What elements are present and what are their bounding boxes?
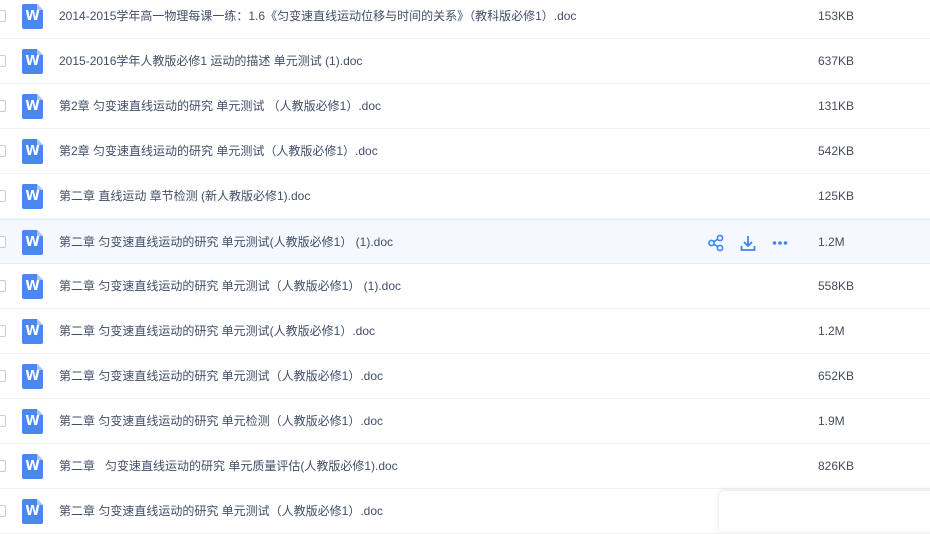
file-row[interactable]: W 第二章 匀变速直线运动的研究 单元测试（人教版必修1）.doc 652KB	[0, 354, 930, 399]
word-doc-icon-letter: W	[25, 54, 40, 69]
file-size: 125KB	[818, 189, 855, 203]
word-doc-icon-letter: W	[25, 144, 40, 159]
row-actions	[706, 233, 790, 253]
row-checkbox[interactable]	[0, 236, 6, 248]
file-row[interactable]: W 第2章 匀变速直线运动的研究 单元测试（人教版必修1）.doc 542KB	[0, 129, 930, 174]
word-doc-icon-letter: W	[25, 504, 40, 519]
word-doc-icon-letter: W	[25, 414, 40, 429]
word-doc-icon: W	[22, 49, 43, 74]
file-name[interactable]: 第二章 匀变速直线运动的研究 单元测试（人教版必修1）.doc	[59, 354, 383, 399]
word-doc-icon-letter: W	[25, 189, 40, 204]
file-size: 131KB	[818, 99, 855, 113]
file-name[interactable]: 2014-2015学年高一物理每课一练：1.6《匀变速直线运动位移与时间的关系》…	[59, 0, 576, 39]
word-doc-icon: W	[22, 274, 43, 299]
file-size: 637KB	[818, 54, 855, 68]
download-icon	[739, 234, 757, 252]
file-name[interactable]: 第2章 匀变速直线运动的研究 单元测试（人教版必修1）.doc	[59, 129, 378, 174]
word-doc-icon-letter: W	[25, 369, 40, 384]
row-checkbox[interactable]	[0, 325, 6, 337]
file-row[interactable]: W 2014-2015学年高一物理每课一练：1.6《匀变速直线运动位移与时间的关…	[0, 0, 930, 39]
word-doc-icon-letter: W	[25, 235, 40, 250]
word-doc-icon: W	[22, 409, 43, 434]
word-doc-icon: W	[22, 4, 43, 29]
file-name[interactable]: 2015-2016学年人教版必修1 运动的描述 单元测试 (1).doc	[59, 39, 362, 84]
row-checkbox[interactable]	[0, 415, 6, 427]
file-name[interactable]: 第二章 匀变速直线运动的研究 单元测试（人教版必修1）.doc	[59, 489, 383, 534]
word-doc-icon: W	[22, 139, 43, 164]
file-row[interactable]: W 第二章 匀变速直线运动的研究 单元质量评估(人教版必修1).doc 826K…	[0, 444, 930, 489]
row-checkbox[interactable]	[0, 145, 6, 157]
file-row[interactable]: W 第二章 匀变速直线运动的研究 单元测试(人教版必修1）.doc 1.2M	[0, 309, 930, 354]
file-size: 153KB	[818, 9, 855, 23]
file-list: W 2014-2015学年高一物理每课一练：1.6《匀变速直线运动位移与时间的关…	[0, 0, 930, 534]
row-checkbox[interactable]	[0, 370, 6, 382]
file-size: 558KB	[818, 279, 855, 293]
word-doc-icon-letter: W	[25, 99, 40, 114]
file-size: 1.2M	[818, 235, 845, 249]
file-name[interactable]: 第二章 匀变速直线运动的研究 单元测试(人教版必修1）.doc	[59, 309, 375, 354]
file-size: 1.9M	[818, 414, 845, 428]
download-button[interactable]	[738, 233, 758, 253]
row-checkbox[interactable]	[0, 100, 6, 112]
floating-panel[interactable]	[719, 491, 930, 531]
word-doc-icon: W	[22, 499, 43, 524]
file-name[interactable]: 第二章 匀变速直线运动的研究 单元质量评估(人教版必修1).doc	[59, 444, 398, 489]
more-icon	[771, 234, 789, 252]
word-doc-icon: W	[22, 364, 43, 389]
word-doc-icon: W	[22, 94, 43, 119]
row-checkbox[interactable]	[0, 10, 6, 22]
share-icon	[707, 234, 725, 252]
word-doc-icon: W	[22, 184, 43, 209]
file-row[interactable]: W 第2章 匀变速直线运动的研究 单元测试 （人教版必修1）.doc 131KB	[0, 84, 930, 129]
file-name[interactable]: 第2章 匀变速直线运动的研究 单元测试 （人教版必修1）.doc	[59, 84, 381, 129]
file-name[interactable]: 第二章 匀变速直线运动的研究 单元测试（人教版必修1） (1).doc	[59, 264, 401, 309]
row-checkbox[interactable]	[0, 460, 6, 472]
row-checkbox[interactable]	[0, 190, 6, 202]
file-row[interactable]: W 2015-2016学年人教版必修1 运动的描述 单元测试 (1).doc 6…	[0, 39, 930, 84]
row-checkbox[interactable]	[0, 280, 6, 292]
file-size: 826KB	[818, 459, 855, 473]
word-doc-icon: W	[22, 454, 43, 479]
word-doc-icon-letter: W	[25, 9, 40, 24]
word-doc-icon-letter: W	[25, 459, 40, 474]
file-row[interactable]: W 第二章 匀变速直线运动的研究 单元测试(人教版必修1） (1).doc 1.…	[0, 219, 930, 264]
word-doc-icon-letter: W	[25, 324, 40, 339]
file-size: 1.2M	[818, 324, 845, 338]
file-row[interactable]: W 第二章 匀变速直线运动的研究 单元检测（人教版必修1）.doc 1.9M	[0, 399, 930, 444]
row-checkbox[interactable]	[0, 55, 6, 67]
file-name[interactable]: 第二章 直线运动 章节检测 (新人教版必修1).doc	[59, 174, 310, 219]
file-name[interactable]: 第二章 匀变速直线运动的研究 单元检测（人教版必修1）.doc	[59, 399, 383, 444]
file-row[interactable]: W 第二章 匀变速直线运动的研究 单元测试（人教版必修1） (1).doc 55…	[0, 264, 930, 309]
word-doc-icon-letter: W	[25, 279, 40, 294]
file-size: 652KB	[818, 369, 855, 383]
share-button[interactable]	[706, 233, 726, 253]
file-row[interactable]: W 第二章 直线运动 章节检测 (新人教版必修1).doc 125KB	[0, 174, 930, 219]
file-name[interactable]: 第二章 匀变速直线运动的研究 单元测试(人教版必修1） (1).doc	[59, 220, 393, 265]
word-doc-icon: W	[22, 230, 43, 255]
file-size: 542KB	[818, 144, 855, 158]
word-doc-icon: W	[22, 319, 43, 344]
more-button[interactable]	[770, 233, 790, 253]
